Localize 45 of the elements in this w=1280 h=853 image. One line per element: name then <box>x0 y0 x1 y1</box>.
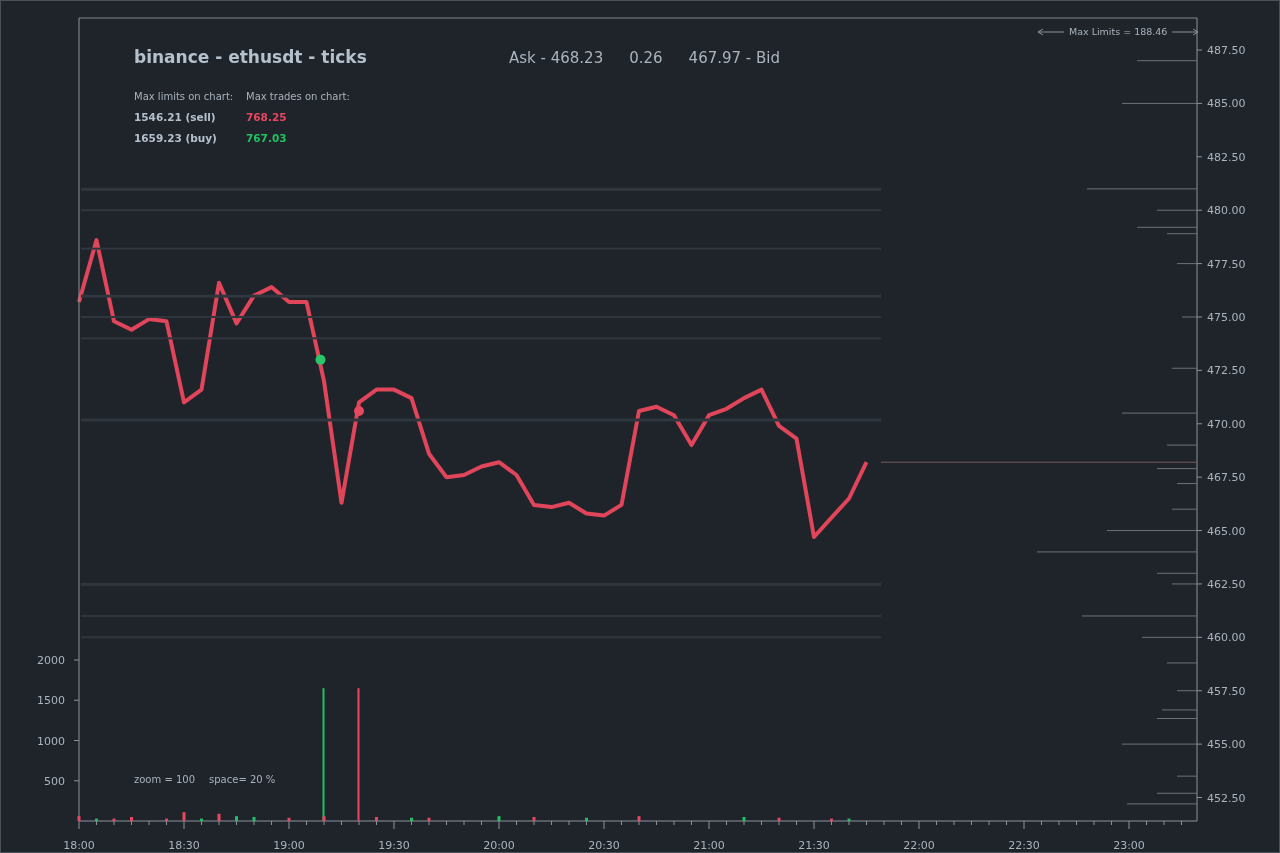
right-arrow-icon <box>1171 27 1200 36</box>
price-tick-label: 460.00 <box>1207 631 1246 645</box>
price-tick-label: 475.00 <box>1207 311 1246 324</box>
price-tick-label: 457.50 <box>1207 684 1246 698</box>
time-tick-label: 20:00 <box>483 839 515 852</box>
volume-tick-label: 500 <box>44 774 65 788</box>
max-limit-value: 1659.23 (buy) <box>134 132 218 144</box>
bid-price: 467.97 - Bid <box>688 49 781 67</box>
price-tick-label: 465.00 <box>1207 524 1246 538</box>
max-limits-label: Max Limits = 188.46 <box>1069 26 1168 37</box>
limits-label: Max limits on chart: <box>134 91 235 102</box>
time-tick-label: 18:00 <box>63 839 95 852</box>
time-tick-label: 20:30 <box>588 839 620 852</box>
price-tick-label: 487.50 <box>1207 44 1246 58</box>
price-tick-label: 480.00 <box>1207 204 1246 218</box>
price-tick-label: 452.50 <box>1207 791 1246 805</box>
space-label: space= 20 % <box>209 774 276 785</box>
max-trade-value: 768.25 <box>246 111 288 123</box>
max-trade-value: 767.03 <box>246 132 288 144</box>
time-tick-label: 22:00 <box>903 839 935 852</box>
ask-price: Ask - 468.23 <box>509 49 604 67</box>
time-tick-label: 19:30 <box>378 839 410 852</box>
left-arrow-icon <box>1037 27 1065 36</box>
spread-value: 0.26 <box>629 49 663 67</box>
price-tick-label: 467.50 <box>1207 471 1246 485</box>
price-tick-label: 455.00 <box>1207 738 1246 752</box>
max-limit-value: 1546.21 (sell) <box>134 111 217 123</box>
price-tick-label: 482.50 <box>1207 150 1246 164</box>
time-tick-label: 21:30 <box>798 839 830 852</box>
time-tick-label: 22:30 <box>1008 839 1040 852</box>
time-tick-label: 23:00 <box>1113 839 1145 852</box>
time-tick-label: 19:00 <box>273 839 305 852</box>
price-tick-label: 485.00 <box>1207 97 1246 111</box>
zoom-label: zoom = 100 <box>134 774 196 785</box>
time-tick-label: 21:00 <box>693 839 725 852</box>
time-tick-label: 18:30 <box>168 839 200 852</box>
volume-tick-label: 1000 <box>37 734 65 748</box>
price-tick-label: 472.50 <box>1207 364 1246 378</box>
price-tick-label: 462.50 <box>1207 577 1246 591</box>
volume-tick-label: 1500 <box>37 694 65 708</box>
trades-label: Max trades on chart: <box>246 91 350 102</box>
price-tick-label: 477.50 <box>1207 257 1246 271</box>
chart-title: binance - ethusdt - ticks <box>134 47 368 67</box>
price-tick-label: 470.00 <box>1207 417 1246 431</box>
volume-tick-label: 2000 <box>37 654 65 667</box>
